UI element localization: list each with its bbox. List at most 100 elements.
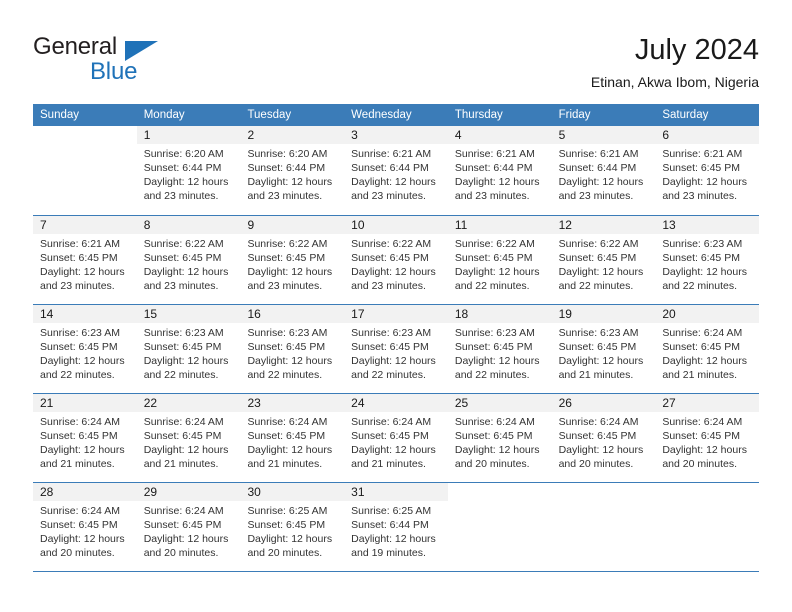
calendar-day-cell[interactable]: 13 Sunrise: 6:23 AM Sunset: 6:45 PM Dayligh… xyxy=(655,216,760,304)
calendar-day-cell[interactable]: 1 Sunrise: 6:20 AM Sunset: 6:44 PM Daylight… xyxy=(136,126,241,215)
day-details: Sunrise: 6:24 AM Sunset: 6:45 PM Daylight:… xyxy=(137,501,241,560)
day-details: Sunrise: 6:21 AM Sunset: 6:44 PM Daylight:… xyxy=(552,144,656,203)
day-number xyxy=(655,483,759,501)
sunset-time: Sunset: 6:45 PM xyxy=(662,252,740,265)
daylight-duration: Daylight: 12 hours xyxy=(40,444,125,457)
calendar-day-cell[interactable]: 10 Sunrise: 6:22 AM Sunset: 6:45 PM Dayligh… xyxy=(344,216,448,304)
calendar-day-cell[interactable]: 17 Sunrise: 6:23 AM Sunset: 6:45 PM Dayligh… xyxy=(344,305,448,393)
day-number: 30 xyxy=(240,483,345,501)
calendar-day-cell-empty xyxy=(552,483,656,571)
daylight-duration-cont: and 21 minutes. xyxy=(143,458,219,471)
calendar-day-cell[interactable]: 11 Sunrise: 6:22 AM Sunset: 6:45 PM Dayligh… xyxy=(447,216,552,304)
calendar-day-cell[interactable]: 15 Sunrise: 6:23 AM Sunset: 6:45 PM Dayligh… xyxy=(136,305,241,393)
sunrise-time: Sunrise: 6:20 AM xyxy=(143,148,224,160)
day-number: 24 xyxy=(344,394,448,412)
sunrise-time: Sunrise: 6:24 AM xyxy=(662,327,743,339)
day-details: Sunrise: 6:22 AM Sunset: 6:45 PM Daylight:… xyxy=(448,234,552,293)
day-number: 11 xyxy=(447,216,552,234)
sunrise-time: Sunrise: 6:24 AM xyxy=(351,416,432,428)
daylight-duration: Daylight: 12 hours xyxy=(662,444,747,457)
daylight-duration: Daylight: 12 hours xyxy=(247,444,333,457)
day-number: 8 xyxy=(136,216,241,234)
calendar-day-cell[interactable]: 29 Sunrise: 6:24 AM Sunset: 6:45 PM Dayligh… xyxy=(136,483,241,571)
day-number: 15 xyxy=(136,305,241,323)
calendar-day-cell[interactable]: 12 Sunrise: 6:22 AM Sunset: 6:45 PM Dayligh… xyxy=(551,216,656,304)
day-number: 20 xyxy=(655,305,760,323)
title-block: July 2024 Etinan, Akwa Ibom, Nigeria xyxy=(591,33,759,91)
calendar-day-cell[interactable]: 22 Sunrise: 6:24 AM Sunset: 6:45 PM Dayligh… xyxy=(136,394,241,482)
daylight-duration: Daylight: 12 hours xyxy=(247,176,333,189)
daylight-duration: Daylight: 12 hours xyxy=(40,533,125,546)
calendar-day-cell[interactable]: 25 Sunrise: 6:24 AM Sunset: 6:45 PM Dayligh… xyxy=(447,394,552,482)
calendar-day-cell[interactable]: 16 Sunrise: 6:23 AM Sunset: 6:45 PM Dayligh… xyxy=(240,305,345,393)
calendar-day-cell-empty xyxy=(33,126,137,215)
sunrise-time: Sunrise: 6:24 AM xyxy=(662,416,743,428)
day-number: 1 xyxy=(136,126,241,144)
general-blue-logo[interactable]: General Blue xyxy=(33,33,183,89)
sunrise-time: Sunrise: 6:23 AM xyxy=(454,327,535,339)
calendar-day-cell[interactable]: 30 Sunrise: 6:25 AM Sunset: 6:45 PM Dayligh… xyxy=(240,483,345,571)
sunset-time: Sunset: 6:45 PM xyxy=(143,430,222,443)
daylight-duration-cont: and 19 minutes. xyxy=(351,547,426,560)
calendar-day-cell[interactable]: 23 Sunrise: 6:24 AM Sunset: 6:45 PM Dayligh… xyxy=(240,394,345,482)
logo-text-blue: Blue xyxy=(90,58,138,85)
calendar-day-cell[interactable]: 5 Sunrise: 6:21 AM Sunset: 6:44 PM Daylight… xyxy=(551,126,656,215)
day-number: 22 xyxy=(136,394,241,412)
calendar-day-cell[interactable]: 19 Sunrise: 6:23 AM Sunset: 6:45 PM Dayligh… xyxy=(551,305,656,393)
sunrise-time: Sunrise: 6:20 AM xyxy=(247,148,328,160)
calendar-day-cell[interactable]: 4 Sunrise: 6:21 AM Sunset: 6:44 PM Daylight… xyxy=(447,126,552,215)
sunset-time: Sunset: 6:45 PM xyxy=(143,519,222,532)
day-details: Sunrise: 6:25 AM Sunset: 6:45 PM Daylight:… xyxy=(240,501,344,560)
sunrise-time: Sunrise: 6:23 AM xyxy=(247,327,328,339)
day-number xyxy=(552,483,656,501)
calendar-day-cell[interactable]: 28 Sunrise: 6:24 AM Sunset: 6:45 PM Dayligh… xyxy=(33,483,137,571)
sunrise-time: Sunrise: 6:22 AM xyxy=(454,238,535,250)
daylight-duration: Daylight: 12 hours xyxy=(247,533,333,546)
calendar-week-row: 7 Sunrise: 6:21 AM Sunset: 6:45 PM Daylight… xyxy=(33,215,760,304)
calendar-day-cell[interactable]: 6 Sunrise: 6:21 AM Sunset: 6:45 PM Daylight… xyxy=(655,126,760,215)
calendar-day-cell[interactable]: 26 Sunrise: 6:24 AM Sunset: 6:45 PM Dayligh… xyxy=(551,394,656,482)
day-number: 26 xyxy=(551,394,656,412)
day-number: 14 xyxy=(33,305,137,323)
calendar-day-cell[interactable]: 31 Sunrise: 6:25 AM Sunset: 6:44 PM Dayligh… xyxy=(344,483,448,571)
day-details: Sunrise: 6:22 AM Sunset: 6:45 PM Daylight:… xyxy=(344,234,448,293)
calendar-day-cell[interactable]: 9 Sunrise: 6:22 AM Sunset: 6:45 PM Daylight… xyxy=(240,216,345,304)
daylight-duration-cont: and 22 minutes. xyxy=(247,369,323,382)
day-number: 27 xyxy=(655,394,760,412)
calendar-day-cell[interactable]: 3 Sunrise: 6:21 AM Sunset: 6:44 PM Daylight… xyxy=(344,126,448,215)
calendar-day-cell[interactable]: 18 Sunrise: 6:23 AM Sunset: 6:45 PM Dayligh… xyxy=(447,305,552,393)
sunrise-time: Sunrise: 6:25 AM xyxy=(247,505,328,517)
calendar-day-cell[interactable]: 27 Sunrise: 6:24 AM Sunset: 6:45 PM Dayligh… xyxy=(655,394,760,482)
day-number: 7 xyxy=(33,216,137,234)
day-number: 9 xyxy=(240,216,345,234)
sunset-time: Sunset: 6:45 PM xyxy=(40,252,118,265)
day-details: Sunrise: 6:20 AM Sunset: 6:44 PM Daylight:… xyxy=(240,144,344,203)
day-details: Sunrise: 6:23 AM Sunset: 6:45 PM Daylight:… xyxy=(655,234,759,293)
daylight-duration-cont: and 23 minutes. xyxy=(558,190,634,203)
sunrise-time: Sunrise: 6:23 AM xyxy=(143,327,224,339)
day-number: 4 xyxy=(447,126,552,144)
sunset-time: Sunset: 6:45 PM xyxy=(558,252,637,265)
daylight-duration-cont: and 22 minutes. xyxy=(558,280,634,293)
sunset-time: Sunset: 6:45 PM xyxy=(662,341,740,354)
calendar-day-cell[interactable]: 21 Sunrise: 6:24 AM Sunset: 6:45 PM Dayligh… xyxy=(33,394,137,482)
sunset-time: Sunset: 6:44 PM xyxy=(247,162,326,175)
calendar-day-cell[interactable]: 2 Sunrise: 6:20 AM Sunset: 6:44 PM Daylight… xyxy=(240,126,345,215)
sunset-time: Sunset: 6:45 PM xyxy=(40,430,118,443)
calendar-day-cell[interactable]: 20 Sunrise: 6:24 AM Sunset: 6:45 PM Dayligh… xyxy=(655,305,760,393)
sunrise-time: Sunrise: 6:22 AM xyxy=(351,238,432,250)
daylight-duration-cont: and 22 minutes. xyxy=(351,369,426,382)
sunset-time: Sunset: 6:44 PM xyxy=(454,162,533,175)
sunrise-time: Sunrise: 6:24 AM xyxy=(454,416,535,428)
calendar-week-row: 21 Sunrise: 6:24 AM Sunset: 6:45 PM Dayligh… xyxy=(33,393,760,482)
calendar-day-cell[interactable]: 14 Sunrise: 6:23 AM Sunset: 6:45 PM Dayligh… xyxy=(33,305,137,393)
calendar-day-cell[interactable]: 7 Sunrise: 6:21 AM Sunset: 6:45 PM Daylight… xyxy=(33,216,137,304)
day-details: Sunrise: 6:23 AM Sunset: 6:45 PM Daylight:… xyxy=(344,323,448,382)
calendar-bottom-border xyxy=(33,571,759,572)
daylight-duration: Daylight: 12 hours xyxy=(558,355,644,368)
sunrise-time: Sunrise: 6:24 AM xyxy=(143,416,224,428)
sunrise-time: Sunrise: 6:23 AM xyxy=(558,327,639,339)
daylight-duration-cont: and 22 minutes. xyxy=(40,369,115,382)
calendar-day-cell[interactable]: 8 Sunrise: 6:22 AM Sunset: 6:45 PM Daylight… xyxy=(136,216,241,304)
calendar-day-cell[interactable]: 24 Sunrise: 6:24 AM Sunset: 6:45 PM Dayligh… xyxy=(344,394,448,482)
